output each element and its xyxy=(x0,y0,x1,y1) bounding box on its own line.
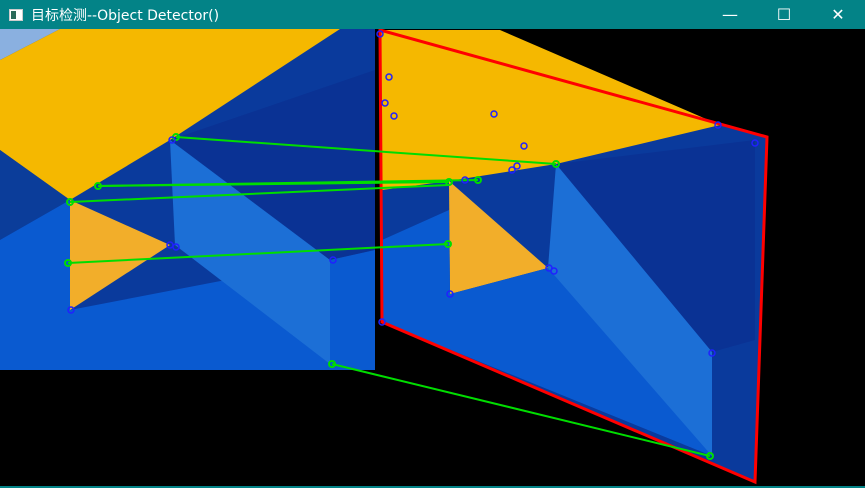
minimize-button[interactable]: — xyxy=(703,0,757,29)
match-image xyxy=(0,29,769,485)
template-image xyxy=(0,29,375,370)
detected-scene-image xyxy=(378,29,769,485)
maximize-button[interactable]: ☐ xyxy=(757,0,811,29)
window-title: 目标检测--Object Detector() xyxy=(31,7,220,24)
title-bar: 目标检测--Object Detector() — ☐ ✕ xyxy=(0,0,865,29)
app-icon xyxy=(9,8,23,21)
close-button[interactable]: ✕ xyxy=(811,0,865,29)
